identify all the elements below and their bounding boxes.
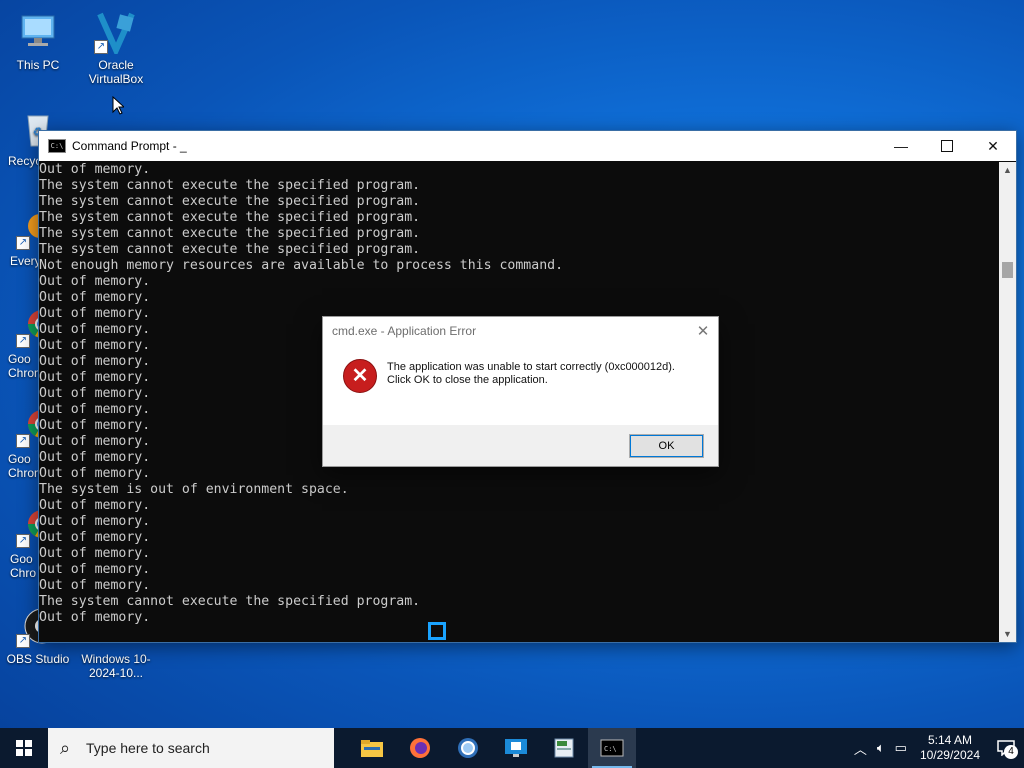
- shortcut-arrow-icon: ↗: [16, 434, 30, 448]
- firefox-icon: [410, 738, 430, 758]
- shortcut-arrow-icon: ↗: [94, 40, 108, 54]
- virtualbox-icon: ↗: [94, 10, 138, 58]
- desktop-icon-label: This PC: [16, 58, 60, 72]
- shortcut-arrow-icon: ↗: [16, 634, 30, 648]
- desktop-icon-label: OBS Studio: [6, 652, 70, 666]
- notepad-icon: [554, 738, 574, 758]
- console-line: The system is out of environment space.: [39, 482, 349, 497]
- notification-count-badge: 4: [1004, 745, 1018, 759]
- console-line: Out of memory.: [39, 610, 151, 625]
- console-line: The system cannot execute the specified …: [39, 226, 421, 241]
- dialog-footer: OK: [323, 425, 718, 466]
- scroll-thumb[interactable]: [1002, 262, 1013, 278]
- cmd-titlebar[interactable]: C:\ Command Prompt - _ — ✕: [39, 131, 1016, 161]
- network-icon[interactable]: ▭: [890, 740, 912, 756]
- desktop-icon-virtualbox[interactable]: ↗ Oracle VirtualBox: [78, 10, 154, 86]
- taskbar-notepad[interactable]: [540, 728, 588, 768]
- clock-time: 5:14 AM: [927, 733, 972, 747]
- notification-center-button[interactable]: 4: [988, 728, 1024, 768]
- taskbar-firefox[interactable]: [396, 728, 444, 768]
- console-line: The system cannot execute the specified …: [39, 242, 421, 257]
- close-button[interactable]: ✕: [970, 131, 1016, 161]
- maximize-icon: [941, 140, 953, 152]
- error-icon: ✕: [343, 359, 377, 393]
- taskbar-search-box[interactable]: ⌕ Type here to search: [48, 728, 334, 768]
- mouse-pointer-icon: [112, 96, 124, 115]
- console-line: The system cannot execute the specified …: [39, 178, 421, 193]
- taskbar-command-prompt[interactable]: C:\: [588, 728, 636, 768]
- console-line: Out of memory.: [39, 514, 151, 529]
- taskbar-chrome[interactable]: [444, 728, 492, 768]
- close-icon[interactable]: ✕: [688, 322, 718, 340]
- shortcut-arrow-icon: ↗: [16, 334, 30, 348]
- application-error-dialog[interactable]: cmd.exe - Application Error ✕ ✕ The appl…: [322, 316, 719, 467]
- maximize-button[interactable]: [924, 131, 970, 161]
- remote-desktop-icon: [505, 739, 527, 757]
- console-line: Out of memory.: [39, 578, 151, 593]
- window-title: Command Prompt - _: [72, 139, 187, 153]
- minimize-icon: —: [894, 138, 908, 154]
- start-button[interactable]: [0, 728, 48, 768]
- file-explorer-icon: [361, 740, 383, 757]
- minimize-button[interactable]: —: [878, 131, 924, 161]
- dialog-titlebar[interactable]: cmd.exe - Application Error ✕: [323, 317, 718, 345]
- console-line: The system cannot execute the specified …: [39, 594, 421, 609]
- taskbar-file-explorer[interactable]: [348, 728, 396, 768]
- scroll-down-icon[interactable]: ▼: [999, 626, 1016, 642]
- taskbar: ⌕ Type here to search C:\ ︿ 🔈︎ ▭ 5:14 AM…: [0, 728, 1024, 768]
- desktop-icon-label: Windows 10-2024-10...: [81, 652, 151, 680]
- shortcut-arrow-icon: ↗: [16, 236, 30, 250]
- console-line: The system cannot execute the specified …: [39, 194, 421, 209]
- chrome-icon: [458, 738, 478, 758]
- svg-text:C:\: C:\: [604, 745, 617, 753]
- desktop-icon-this-pc[interactable]: This PC: [0, 10, 76, 72]
- search-icon: ⌕: [60, 737, 71, 758]
- console-line: Out of memory.: [39, 162, 151, 177]
- scroll-up-icon[interactable]: ▲: [999, 162, 1016, 178]
- console-line: The system cannot execute the specified …: [39, 210, 421, 225]
- clock-date: 10/29/2024: [919, 748, 980, 762]
- console-line: Out of memory.: [39, 546, 151, 561]
- console-line: Out of memory.: [39, 498, 151, 513]
- taskbar-remote-desktop[interactable]: [492, 728, 540, 768]
- close-icon: ✕: [987, 137, 999, 154]
- console-line: Not enough memory resources are availabl…: [39, 258, 564, 273]
- dialog-title: cmd.exe - Application Error: [332, 324, 477, 338]
- dialog-content: ✕ The application was unable to start co…: [323, 345, 718, 411]
- console-cursor-icon: [428, 622, 446, 640]
- console-line: Out of memory.: [39, 562, 151, 577]
- dialog-message-line: Click OK to close the application.: [387, 374, 548, 386]
- dialog-message: The application was unable to start corr…: [387, 358, 675, 387]
- console-line: Out of memory.: [39, 290, 151, 305]
- shortcut-arrow-icon: ↗: [16, 534, 30, 548]
- cmd-icon: C:\: [600, 739, 624, 757]
- show-hidden-icons-chevron-up-icon[interactable]: ︿: [849, 739, 872, 758]
- console-line: Out of memory.: [39, 274, 151, 289]
- search-placeholder: Type here to search: [86, 740, 210, 756]
- vertical-scrollbar[interactable]: ▲ ▼: [999, 162, 1016, 642]
- console-line: Out of memory.: [39, 466, 151, 481]
- desktop-icon-label: Oracle VirtualBox: [88, 58, 144, 86]
- console-line: Out of memory.: [39, 530, 151, 545]
- system-tray: ︿ 🔈︎ ▭ 5:14 AM 10/29/2024 4: [849, 728, 1024, 768]
- windows-logo-icon: [16, 740, 32, 756]
- volume-icon[interactable]: 🔈︎: [872, 740, 890, 756]
- this-pc-icon: [16, 10, 60, 54]
- cmd-icon: C:\: [48, 139, 66, 153]
- ok-button[interactable]: OK: [629, 434, 704, 458]
- dialog-message-line: The application was unable to start corr…: [387, 361, 675, 373]
- clock[interactable]: 5:14 AM 10/29/2024: [912, 733, 988, 763]
